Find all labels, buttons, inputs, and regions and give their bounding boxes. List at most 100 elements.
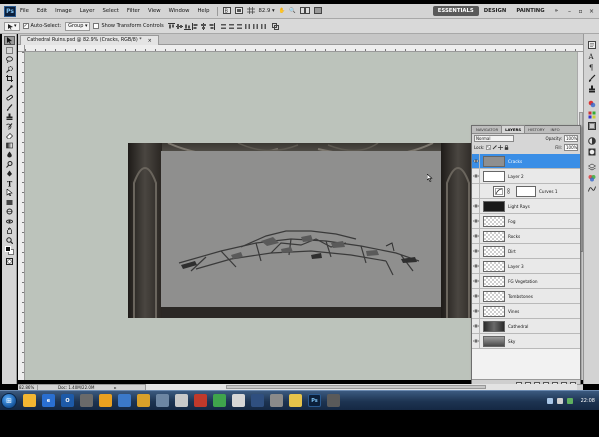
opacity-field[interactable]: 100% bbox=[564, 135, 578, 142]
windows-start-button[interactable]: ⊞ bbox=[1, 392, 17, 409]
eye-icon[interactable] bbox=[472, 199, 480, 213]
layer-row[interactable]: Fog bbox=[472, 214, 580, 229]
eye-icon[interactable] bbox=[472, 319, 480, 333]
eye-hidden-icon[interactable] bbox=[472, 184, 480, 198]
workspace-painting[interactable]: PAINTING bbox=[511, 6, 549, 16]
fill-field[interactable]: 100% bbox=[564, 144, 578, 151]
mask-link-icon[interactable] bbox=[507, 187, 510, 195]
document-tab[interactable]: Cathedral Ruins.psd @ 82.9% (Cracks, RGB… bbox=[20, 35, 159, 45]
eye-icon[interactable] bbox=[472, 214, 480, 228]
type-tool-icon[interactable]: T bbox=[4, 179, 15, 188]
document-close-icon[interactable]: × bbox=[148, 38, 152, 44]
arrange-documents-icon[interactable] bbox=[298, 6, 312, 16]
bridge-icon[interactable]: B bbox=[221, 6, 233, 16]
layer-thumbnail[interactable] bbox=[483, 290, 505, 302]
eyedropper-tool-icon[interactable] bbox=[4, 84, 15, 93]
app-icon-8[interactable] bbox=[156, 394, 169, 407]
app-icon-11[interactable] bbox=[213, 394, 226, 407]
align-right-icon[interactable] bbox=[208, 22, 215, 30]
brush-panel-icon[interactable] bbox=[587, 73, 597, 82]
menu-filter[interactable]: Filter bbox=[123, 8, 144, 14]
layer-thumbnail[interactable] bbox=[483, 335, 505, 347]
eye-icon[interactable] bbox=[472, 274, 480, 288]
eye-icon[interactable] bbox=[472, 304, 480, 318]
auto-align-layers-icon[interactable] bbox=[271, 22, 279, 30]
auto-select-dropdown[interactable]: Group ▾ bbox=[65, 21, 91, 31]
layer-row[interactable]: Light Rays bbox=[472, 199, 580, 214]
pen-tool-icon[interactable] bbox=[4, 169, 15, 178]
restore-button[interactable]: ▫ bbox=[576, 7, 585, 15]
layer-mask-thumbnail[interactable] bbox=[516, 185, 536, 197]
distribute-bottom-icon[interactable] bbox=[236, 23, 243, 30]
mini-bridge-icon[interactable] bbox=[233, 6, 245, 16]
lock-pixels-icon[interactable] bbox=[492, 144, 498, 151]
app-icon-12[interactable] bbox=[232, 394, 245, 407]
hand-tool-icon[interactable] bbox=[4, 226, 15, 235]
grid-toggle-icon[interactable] bbox=[245, 6, 257, 16]
app-icon-9[interactable] bbox=[175, 394, 188, 407]
crop-tool-icon[interactable] bbox=[4, 74, 15, 83]
photoshop-logo[interactable]: Ps bbox=[4, 5, 16, 17]
firefox-icon[interactable] bbox=[99, 394, 112, 407]
horizontal-scroll-thumb[interactable] bbox=[226, 385, 486, 389]
layer-thumbnail[interactable] bbox=[483, 245, 505, 257]
menu-file[interactable]: File bbox=[16, 8, 33, 14]
clone-stamp-tool-icon[interactable] bbox=[4, 112, 15, 121]
tab-navigator[interactable]: NAVIGATOR bbox=[473, 126, 501, 133]
distribute-vcenter-icon[interactable] bbox=[228, 23, 235, 30]
layer-thumbnail[interactable] bbox=[483, 260, 505, 272]
workspace-essentials[interactable]: ESSENTIALS bbox=[432, 6, 479, 16]
tab-info[interactable]: INFO bbox=[548, 126, 563, 133]
hand-tool-icon[interactable]: ✋ bbox=[277, 8, 288, 14]
layer-thumbnail[interactable] bbox=[483, 200, 505, 212]
close-button[interactable]: × bbox=[587, 7, 596, 15]
adjustments-panel-icon[interactable] bbox=[587, 136, 597, 145]
vertical-ruler[interactable] bbox=[18, 52, 25, 380]
volume-icon[interactable] bbox=[556, 397, 563, 404]
layer-row[interactable]: Layer 2 bbox=[472, 169, 580, 184]
quick-mask-icon[interactable] bbox=[4, 257, 15, 266]
network-icon[interactable] bbox=[546, 397, 553, 404]
align-vcenter-icon[interactable] bbox=[175, 23, 183, 30]
align-bottom-icon[interactable] bbox=[183, 23, 191, 30]
path-selection-tool-icon[interactable] bbox=[4, 188, 15, 197]
paths-panel-icon[interactable] bbox=[587, 184, 597, 193]
lock-position-icon[interactable] bbox=[498, 144, 504, 151]
layer-thumbnail[interactable] bbox=[483, 170, 505, 182]
zoom-tool-icon[interactable] bbox=[4, 236, 15, 245]
menu-select[interactable]: Select bbox=[99, 8, 123, 14]
layer-row[interactable]: Tombstones bbox=[472, 289, 580, 304]
distribute-left-icon[interactable] bbox=[244, 23, 251, 30]
healing-brush-tool-icon[interactable] bbox=[4, 93, 15, 102]
blend-mode-dropdown[interactable]: Normal bbox=[474, 135, 514, 142]
layer-row[interactable]: Cathedral bbox=[472, 319, 580, 334]
distribute-hcenter-icon[interactable] bbox=[252, 23, 259, 30]
paragraph-panel-icon[interactable]: ¶ bbox=[587, 62, 597, 71]
masks-panel-icon[interactable] bbox=[587, 147, 597, 156]
quick-selection-tool-icon[interactable] bbox=[4, 65, 15, 74]
workspace-design[interactable]: DESIGN bbox=[479, 6, 512, 16]
layer-thumbnail[interactable] bbox=[483, 155, 505, 167]
app-icon-15[interactable] bbox=[289, 394, 302, 407]
align-hcenter-icon[interactable] bbox=[200, 22, 207, 30]
app-icon-7[interactable] bbox=[137, 394, 150, 407]
eye-icon[interactable] bbox=[472, 154, 480, 168]
app-icon-17[interactable] bbox=[327, 394, 340, 407]
app-icon-10[interactable] bbox=[194, 394, 207, 407]
layer-row[interactable]: Vines bbox=[472, 304, 580, 319]
color-swatches[interactable] bbox=[2, 245, 16, 257]
menu-view[interactable]: View bbox=[144, 8, 165, 14]
eye-icon[interactable] bbox=[472, 334, 480, 348]
menu-help[interactable]: Help bbox=[193, 8, 213, 14]
distribute-top-icon[interactable] bbox=[220, 23, 227, 30]
lock-all-icon[interactable] bbox=[504, 144, 509, 151]
tab-history[interactable]: HISTORY bbox=[525, 126, 547, 133]
eye-icon[interactable] bbox=[472, 289, 480, 303]
outlook-icon[interactable]: O bbox=[61, 394, 74, 407]
menu-layer[interactable]: Layer bbox=[76, 8, 99, 14]
dodge-tool-icon[interactable] bbox=[4, 160, 15, 169]
app-icon-6[interactable] bbox=[118, 394, 131, 407]
horizontal-ruler[interactable] bbox=[25, 45, 583, 52]
menu-window[interactable]: Window bbox=[165, 8, 194, 14]
color-panel-icon[interactable] bbox=[587, 99, 597, 108]
